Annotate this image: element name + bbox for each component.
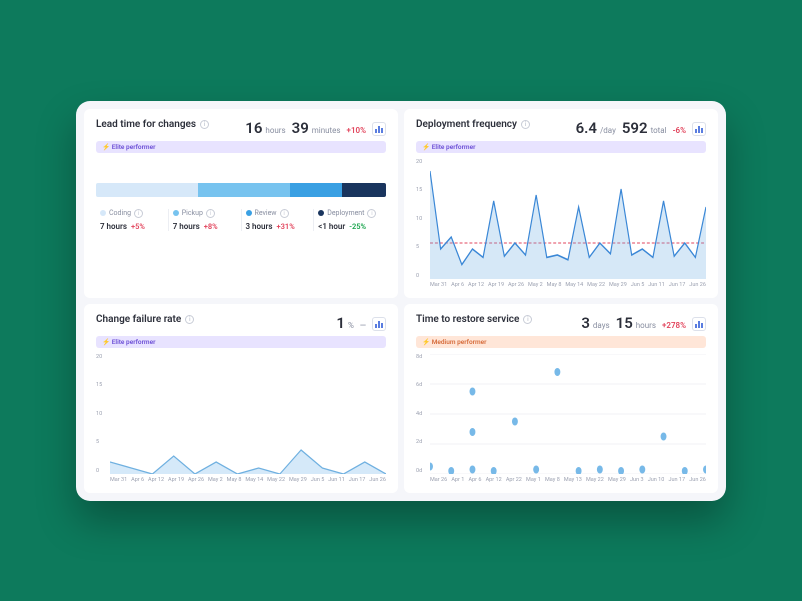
chart-toggle-icon[interactable] [692,317,706,331]
stage-segment [198,183,291,197]
change-failure-title: Change failure rate i [96,314,194,325]
stage-review: Review i3 hours+31% [242,209,315,231]
lead-time-change: +10% [347,126,366,135]
info-icon[interactable]: i [200,120,209,129]
lead-time-stacked-bar [96,183,386,197]
scatter-point [661,432,667,440]
scatter-point [703,465,706,473]
restore-change: +278% [662,321,686,330]
stage-pickup: Pickup i7 hours+8% [169,209,242,231]
card-deploy-freq: Deployment frequency i 6.4 /day 592 tota… [404,109,718,298]
restore-y-axis: 8d6d4d2d0d [416,354,422,474]
scatter-point [470,387,476,395]
performer-badge: ⚡ Medium performer [416,336,706,348]
performer-badge: ⚡ Elite performer [96,336,386,348]
scatter-point [639,465,645,473]
scatter-point [470,428,476,436]
stage-coding: Coding i7 hours+5% [96,209,169,231]
deploy-y-axis: 20151050 [416,159,422,279]
failure-chart [110,354,386,474]
lead-time-stages: Coding i7 hours+5%Pickup i7 hours+8%Revi… [96,209,386,231]
scatter-point [618,467,624,474]
failure-y-axis: 20151050 [96,354,102,474]
failure-pct: 1 [336,314,345,332]
performer-badge: ⚡ Elite performer [416,141,706,153]
failure-x-axis: Mar 31Apr 6Apr 12Apr 19Apr 26May 2May 8M… [110,477,386,483]
deploy-total: 592 [622,119,648,137]
card-restore-time: Time to restore service i 3 days 15 hour… [404,304,718,493]
scatter-point [554,368,560,376]
restore-days: 3 [581,314,590,332]
chart-toggle-icon[interactable] [372,122,386,136]
scatter-point [448,467,454,474]
lead-time-hours: 16 [245,119,262,137]
stage-segment [342,183,386,197]
chart-toggle-icon[interactable] [692,122,706,136]
deploy-freq-title: Deployment frequency i [416,119,530,130]
deploy-x-axis: Mar 31Apr 6Apr 12Apr 19Apr 26May 2May 8M… [430,282,706,288]
restore-chart [430,354,706,474]
info-icon[interactable]: i [280,209,289,218]
info-icon[interactable]: i [367,209,376,218]
info-icon[interactable]: i [134,209,143,218]
restore-hours: 15 [616,314,633,332]
info-icon[interactable]: i [185,315,194,324]
chart-toggle-icon[interactable] [372,317,386,331]
scatter-point [470,465,476,473]
scatter-point [597,465,603,473]
dora-dashboard: Lead time for changes i 16 hours 39 minu… [76,101,726,501]
performer-badge: ⚡ Elite performer [96,141,386,153]
scatter-point [491,467,497,474]
info-icon[interactable]: i [523,315,532,324]
lead-time-minutes: 39 [292,119,309,137]
scatter-point [430,462,433,470]
scatter-point [512,417,518,425]
stage-segment [290,183,342,197]
deploy-change: -6% [673,126,686,135]
stage-deployment: Deployment i<1 hour-25% [314,209,386,231]
deploy-chart [430,159,706,279]
deploy-per-day: 6.4 [576,119,597,137]
scatter-point [576,467,582,474]
restore-x-axis: Mar 26Apr 1Apr 6Apr 12Apr 22May 1May 8Ma… [430,477,706,483]
card-change-failure: Change failure rate i 1 % — ⚡ Elite perf… [84,304,398,493]
card-lead-time: Lead time for changes i 16 hours 39 minu… [84,109,398,298]
stage-segment [96,183,198,197]
scatter-point [682,467,688,474]
lead-time-title: Lead time for changes i [96,119,209,130]
scatter-point [533,465,539,473]
restore-title: Time to restore service i [416,314,532,325]
failure-change: — [360,321,366,330]
info-icon[interactable]: i [521,120,530,129]
info-icon[interactable]: i [206,209,215,218]
